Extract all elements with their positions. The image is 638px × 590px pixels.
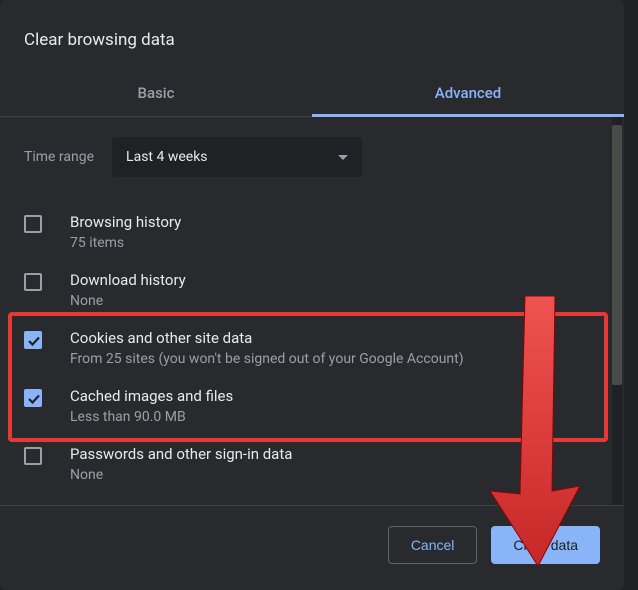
time-range-label: Time range	[24, 149, 94, 165]
tab-advanced-label: Advanced	[435, 84, 501, 102]
option-cookies[interactable]: Cookies and other site data From 25 site…	[24, 319, 600, 377]
checkbox-browsing-history[interactable]	[24, 215, 42, 233]
option-sub: From 25 sites (you won't be signed out o…	[70, 351, 600, 367]
checkbox-download-history[interactable]	[24, 273, 42, 291]
time-range-value: Last 4 weeks	[126, 149, 207, 165]
cancel-button-label: Cancel	[411, 537, 455, 553]
time-range-row: Time range Last 4 weeks	[24, 137, 600, 177]
cancel-button[interactable]: Cancel	[388, 526, 478, 564]
checkbox-cookies[interactable]	[24, 331, 42, 349]
tab-basic-label: Basic	[138, 84, 175, 102]
clear-data-button-label: Clear data	[513, 537, 578, 553]
option-title: Cached images and files	[70, 387, 600, 405]
option-title: Browsing history	[70, 213, 600, 231]
clear-browsing-data-dialog: Clear browsing data Basic Advanced Time …	[0, 0, 624, 590]
option-browsing-history[interactable]: Browsing history 75 items	[24, 203, 600, 261]
scrollbar-thumb[interactable]	[612, 125, 622, 385]
option-title: Passwords and other sign-in data	[70, 445, 600, 463]
chevron-down-icon	[338, 155, 348, 160]
option-sub: None	[70, 293, 600, 309]
option-download-history[interactable]: Download history None	[24, 261, 600, 319]
dialog-title: Clear browsing data	[0, 0, 624, 70]
clear-data-button[interactable]: Clear data	[491, 526, 600, 564]
check-icon	[25, 390, 43, 408]
checkbox-passwords[interactable]	[24, 447, 42, 465]
option-sub: 75 items	[70, 235, 600, 251]
option-sub: Less than 90.0 MB	[70, 409, 600, 425]
option-title: Download history	[70, 271, 600, 289]
scrollbar-track[interactable]	[612, 117, 622, 505]
tab-advanced[interactable]: Advanced	[312, 70, 624, 116]
option-title: Cookies and other site data	[70, 329, 600, 347]
option-title: Autofill form data	[70, 503, 600, 505]
content-area: Time range Last 4 weeks Browsing history…	[0, 117, 624, 505]
check-icon	[25, 332, 43, 350]
tab-basic[interactable]: Basic	[0, 70, 312, 116]
tab-bar: Basic Advanced	[0, 70, 624, 117]
checkbox-cached[interactable]	[24, 389, 42, 407]
time-range-select[interactable]: Last 4 weeks	[112, 137, 362, 177]
option-sub: None	[70, 467, 600, 483]
option-passwords[interactable]: Passwords and other sign-in data None	[24, 435, 600, 493]
dialog-footer: Cancel Clear data	[0, 505, 624, 590]
option-cached[interactable]: Cached images and files Less than 90.0 M…	[24, 377, 600, 435]
option-autofill[interactable]: Autofill form data	[24, 493, 600, 505]
scroll-area: Time range Last 4 weeks Browsing history…	[0, 117, 624, 505]
